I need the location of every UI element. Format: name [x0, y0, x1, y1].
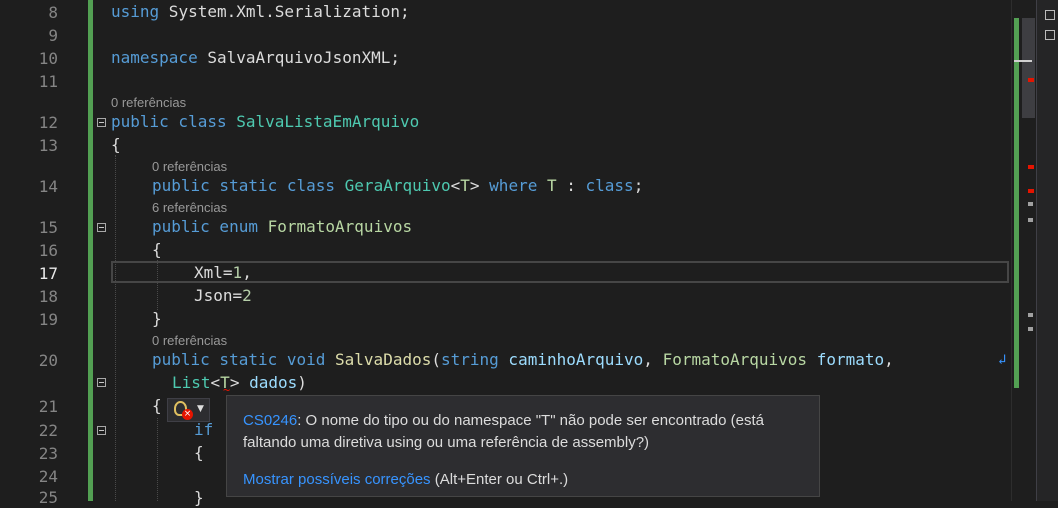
code-line-20: public static void SalvaDados(string cam… — [152, 350, 894, 369]
line-number: 16 — [38, 241, 58, 260]
info-marker — [1028, 218, 1033, 222]
line-number: 12 — [38, 113, 58, 132]
line-number-gutter: 8 9 10 11 12 13 14 15 16 17 18 19 20 21 … — [0, 0, 86, 507]
error-marker — [1028, 189, 1034, 193]
line-number: 15 — [38, 218, 58, 237]
panel-icon[interactable] — [1045, 30, 1055, 40]
collapse-icon[interactable] — [97, 426, 106, 435]
code-line-16: { — [152, 240, 162, 259]
code-line-12: public class SalvaListaEmArquivo — [111, 112, 420, 131]
code-line-18: Json=2 — [194, 286, 252, 305]
quick-actions-lightbulb[interactable]: × ▼ — [167, 398, 210, 422]
error-icon: × — [182, 409, 193, 420]
info-marker — [1028, 313, 1033, 317]
line-number: 22 — [38, 421, 58, 440]
fix-row: Mostrar possíveis correções (Alt+Enter o… — [243, 471, 568, 488]
code-line-17: Xml=1, — [194, 263, 252, 282]
line-number: 25 — [38, 488, 58, 507]
code-line-8: using System.Xml.Serialization; — [111, 2, 410, 21]
code-line-22: if — [194, 420, 214, 439]
codelens-references[interactable]: 0 referências — [152, 333, 227, 349]
code-line-13: { — [111, 135, 121, 154]
code-line-25: } — [194, 488, 204, 507]
line-number-current: 17 — [38, 264, 58, 283]
error-marker — [1028, 78, 1034, 82]
show-fixes-link[interactable]: Mostrar possíveis correções — [243, 471, 431, 488]
line-number: 11 — [38, 72, 58, 91]
line-number: 14 — [38, 177, 58, 196]
collapse-icon[interactable] — [97, 223, 106, 232]
collapse-icon[interactable] — [97, 118, 106, 127]
code-line-21: { — [152, 396, 162, 415]
code-line-15: public enum FormatoArquivos — [152, 217, 413, 236]
side-panel — [1036, 0, 1058, 501]
code-line-20-wrapped: List<T> dados) — [172, 373, 307, 392]
code-line-23: { — [194, 443, 204, 462]
line-number: 23 — [38, 444, 58, 463]
line-number: 19 — [38, 310, 58, 329]
change-tracking-bar — [88, 0, 93, 501]
error-tooltip: CS0246: O nome do tipo ou do namespace "… — [226, 395, 820, 497]
collapse-icon[interactable] — [97, 378, 106, 387]
error-message: CS0246: O nome do tipo ou do namespace "… — [243, 412, 764, 451]
code-line-10: namespace SalvaArquivoJsonXML; — [111, 48, 400, 67]
error-squiggle: ~ — [223, 383, 231, 397]
line-number: 21 — [38, 397, 58, 416]
codelens-references[interactable]: 0 referências — [152, 159, 227, 175]
line-number: 13 — [38, 136, 58, 155]
line-number: 9 — [48, 26, 58, 45]
scrollbar-thumb[interactable] — [1022, 18, 1035, 118]
panel-icon[interactable] — [1045, 10, 1055, 20]
codelens-references[interactable]: 6 referências — [152, 200, 227, 216]
vertical-scrollbar[interactable] — [1011, 0, 1036, 501]
caret-position-marker — [1014, 60, 1032, 62]
fix-shortcut: (Alt+Enter ou Ctrl+.) — [430, 471, 569, 488]
line-number: 24 — [38, 467, 58, 486]
code-line-19: } — [152, 309, 162, 328]
chevron-down-icon: ▼ — [197, 404, 204, 414]
codelens-references[interactable]: 0 referências — [111, 95, 186, 111]
info-marker — [1028, 327, 1033, 331]
error-marker — [1028, 165, 1034, 169]
scrollbar-change-marker — [1014, 18, 1019, 388]
line-number: 8 — [48, 3, 58, 22]
error-code-link[interactable]: CS0246 — [243, 412, 297, 429]
info-marker — [1028, 202, 1033, 206]
code-line-14: public static class GeraArquivo<T> where… — [152, 176, 644, 195]
word-wrap-icon: ↲ — [998, 352, 1007, 368]
line-number: 20 — [38, 351, 58, 370]
line-number: 10 — [38, 49, 58, 68]
line-number: 18 — [38, 287, 58, 306]
